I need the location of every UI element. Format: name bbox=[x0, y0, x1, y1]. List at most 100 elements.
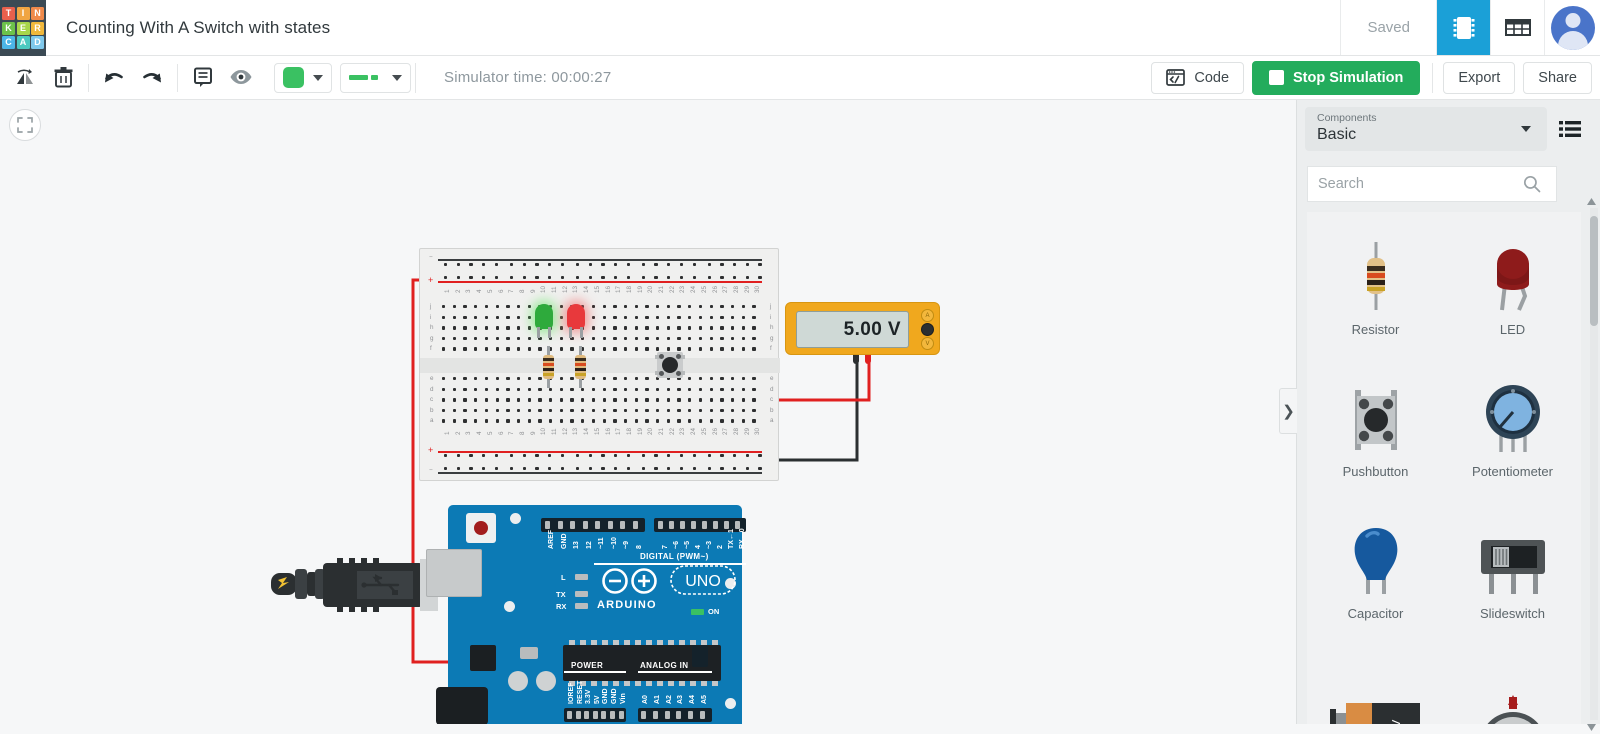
digital-pin-2[interactable] bbox=[713, 521, 718, 529]
bb-hole-bottom-3-1[interactable] bbox=[452, 408, 457, 413]
bb-hole-bottom-4-17[interactable] bbox=[623, 419, 628, 423]
bb-hole-top-3-16[interactable] bbox=[613, 336, 617, 341]
bb-hole-top-0-26[interactable] bbox=[720, 305, 724, 309]
bb-hole-bottom-4-10[interactable] bbox=[549, 419, 553, 423]
digital-pin-~6[interactable] bbox=[669, 521, 674, 529]
bb-rail-hole-bottom-1-24[interactable] bbox=[758, 467, 762, 471]
bb-hole-top-4-6[interactable] bbox=[506, 347, 510, 351]
bb-hole-bottom-0-4[interactable] bbox=[484, 377, 489, 381]
bb-rail-hole-bottom-0-1[interactable] bbox=[456, 454, 461, 458]
bb-hole-bottom-2-26[interactable] bbox=[720, 398, 724, 402]
bb-rail-hole-top-0-9[interactable] bbox=[560, 263, 565, 267]
bb-rail-hole-bottom-1-0[interactable] bbox=[444, 467, 448, 471]
bb-hole-bottom-2-28[interactable] bbox=[741, 398, 745, 402]
bb-hole-top-1-26[interactable] bbox=[720, 315, 724, 319]
panel-scroll-thumb[interactable] bbox=[1590, 216, 1598, 326]
bb-hole-bottom-1-12[interactable] bbox=[570, 387, 574, 391]
redo-icon[interactable] bbox=[133, 61, 171, 95]
bb-hole-top-4-0[interactable] bbox=[442, 347, 446, 351]
multimeter-mode-current[interactable]: A bbox=[921, 309, 934, 322]
bb-hole-top-1-21[interactable] bbox=[666, 315, 671, 319]
analog-pin-A1[interactable] bbox=[652, 711, 658, 719]
bb-hole-top-3-6[interactable] bbox=[506, 336, 510, 341]
bb-rail-hole-top-1-1[interactable] bbox=[456, 276, 461, 280]
bb-hole-top-0-21[interactable] bbox=[666, 305, 671, 309]
spreadsheet-icon[interactable] bbox=[1490, 0, 1544, 55]
bb-hole-bottom-4-15[interactable] bbox=[602, 419, 606, 423]
bb-hole-top-3-1[interactable] bbox=[452, 336, 457, 341]
bb-rail-hole-top-1-4[interactable] bbox=[494, 276, 499, 280]
digital-pin-~9[interactable] bbox=[620, 521, 625, 529]
bb-hole-top-2-25[interactable] bbox=[709, 326, 713, 330]
bb-hole-top-0-23[interactable] bbox=[688, 305, 692, 309]
bb-rail-hole-bottom-0-9[interactable] bbox=[560, 454, 565, 458]
bb-hole-top-2-11[interactable] bbox=[559, 326, 564, 330]
bb-hole-bottom-1-23[interactable] bbox=[688, 387, 692, 391]
bb-rail-hole-bottom-1-14[interactable] bbox=[626, 467, 630, 471]
bb-hole-top-3-5[interactable] bbox=[495, 336, 499, 341]
bb-hole-top-1-4[interactable] bbox=[484, 315, 489, 319]
bb-hole-top-1-1[interactable] bbox=[452, 315, 457, 319]
bb-hole-bottom-1-19[interactable] bbox=[645, 387, 649, 391]
bb-hole-bottom-4-21[interactable] bbox=[666, 419, 671, 423]
analog-pin-A2[interactable] bbox=[664, 711, 670, 719]
bb-hole-bottom-2-3[interactable] bbox=[474, 398, 478, 402]
bb-hole-bottom-1-2[interactable] bbox=[463, 387, 467, 391]
power-pin-IOREF[interactable] bbox=[567, 711, 572, 719]
arduino-uno-board[interactable]: AREF GND 13 12 ~11 ~10 ~9 8 7 ~6 ~5 4 ~3 2 TX←1 RX←0 DI… bbox=[426, 505, 746, 724]
bb-rail-hole-top-0-18[interactable] bbox=[679, 263, 684, 267]
bb-rail-hole-bottom-1-20[interactable] bbox=[707, 467, 711, 471]
bb-rail-hole-top-1-18[interactable] bbox=[679, 276, 684, 280]
bb-rail-hole-bottom-0-23[interactable] bbox=[745, 454, 750, 458]
bb-hole-bottom-4-14[interactable] bbox=[591, 419, 596, 423]
bb-hole-top-0-14[interactable] bbox=[591, 305, 596, 309]
component-item-slideswitch[interactable]: Slideswitch bbox=[1444, 496, 1581, 638]
bb-rail-hole-top-1-5[interactable] bbox=[509, 276, 514, 280]
wire-color-picker[interactable] bbox=[274, 62, 332, 93]
bb-hole-bottom-1-4[interactable] bbox=[484, 387, 489, 391]
bb-hole-bottom-4-6[interactable] bbox=[506, 419, 510, 423]
component-item-resistor[interactable]: Resistor bbox=[1307, 212, 1444, 354]
bb-hole-bottom-1-27[interactable] bbox=[730, 387, 735, 391]
bb-hole-bottom-0-29[interactable] bbox=[752, 377, 756, 381]
bb-hole-bottom-2-19[interactable] bbox=[645, 398, 649, 402]
bb-hole-bottom-1-26[interactable] bbox=[720, 387, 724, 391]
bb-hole-top-0-25[interactable] bbox=[709, 305, 713, 309]
bb-hole-bottom-4-18[interactable] bbox=[634, 419, 638, 423]
bb-hole-top-1-2[interactable] bbox=[463, 315, 467, 319]
bb-hole-top-1-23[interactable] bbox=[688, 315, 692, 319]
bb-rail-hole-bottom-1-17[interactable] bbox=[667, 467, 671, 471]
bb-hole-bottom-3-28[interactable] bbox=[741, 408, 745, 413]
bb-hole-top-4-4[interactable] bbox=[484, 347, 489, 351]
bb-hole-top-0-18[interactable] bbox=[634, 305, 638, 309]
bb-hole-bottom-4-20[interactable] bbox=[656, 419, 660, 423]
bb-hole-top-2-20[interactable] bbox=[656, 326, 660, 330]
bb-hole-bottom-0-23[interactable] bbox=[688, 377, 692, 381]
bb-hole-top-4-7[interactable] bbox=[516, 347, 521, 351]
bb-hole-bottom-4-28[interactable] bbox=[741, 419, 745, 423]
bb-hole-top-4-29[interactable] bbox=[752, 347, 756, 351]
bb-hole-top-2-7[interactable] bbox=[516, 326, 521, 330]
bb-hole-bottom-3-15[interactable] bbox=[602, 408, 606, 413]
bb-rail-hole-top-0-5[interactable] bbox=[509, 263, 514, 267]
bb-hole-top-0-17[interactable] bbox=[623, 305, 628, 309]
bb-hole-top-3-20[interactable] bbox=[656, 336, 660, 341]
bb-rail-hole-top-1-14[interactable] bbox=[626, 276, 630, 280]
digital-pin-4[interactable] bbox=[691, 521, 696, 529]
bb-hole-bottom-1-21[interactable] bbox=[666, 387, 671, 391]
bb-hole-top-3-29[interactable] bbox=[752, 336, 756, 341]
bb-hole-bottom-0-7[interactable] bbox=[516, 377, 521, 381]
visibility-icon[interactable] bbox=[222, 61, 260, 95]
bb-hole-top-4-8[interactable] bbox=[527, 347, 531, 351]
bb-hole-bottom-1-5[interactable] bbox=[495, 387, 499, 391]
bb-hole-bottom-4-24[interactable] bbox=[698, 419, 703, 423]
bb-hole-bottom-0-1[interactable] bbox=[452, 377, 457, 381]
analog-pin-A0[interactable] bbox=[641, 711, 646, 719]
bb-hole-bottom-4-23[interactable] bbox=[688, 419, 692, 423]
bb-hole-bottom-3-26[interactable] bbox=[720, 408, 724, 413]
bb-hole-top-1-8[interactable] bbox=[527, 315, 531, 319]
bb-hole-top-2-23[interactable] bbox=[688, 326, 692, 330]
stop-simulation-button[interactable]: Stop Simulation bbox=[1252, 60, 1421, 95]
led-red[interactable] bbox=[565, 304, 587, 338]
bb-rail-hole-bottom-0-0[interactable] bbox=[444, 454, 448, 458]
